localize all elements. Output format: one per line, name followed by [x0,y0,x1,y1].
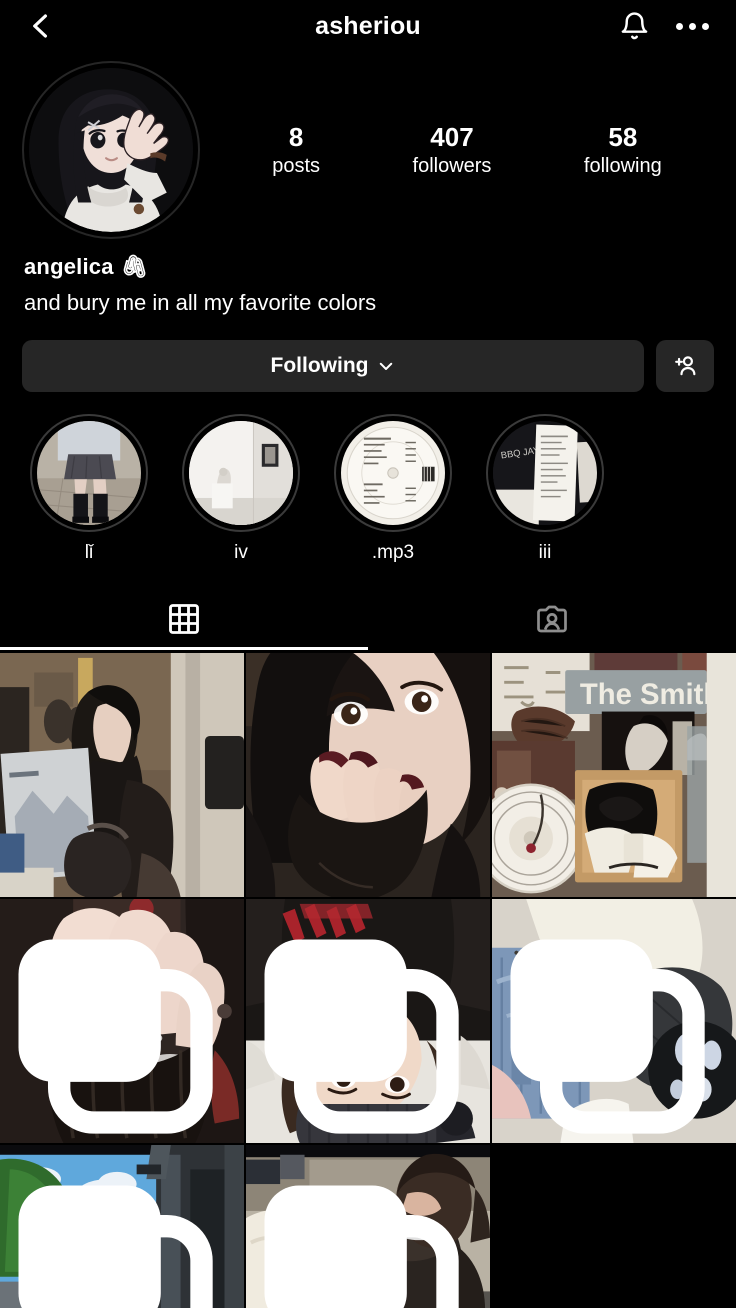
tab-grid[interactable] [0,588,368,650]
cd-tracklist-icon [341,420,445,525]
chevron-down-icon [380,362,393,370]
tagged-person-icon [537,605,567,633]
stat-following[interactable]: 58 following [584,121,662,180]
stat-followers-label: followers [412,155,492,178]
profile-header: 8 posts 407 followers 58 following [0,52,736,242]
add-user-button[interactable] [656,339,714,392]
more-options-icon [701,22,709,30]
highlight-item-2[interactable]: .mp3 [334,413,452,564]
grid-icon [169,603,199,634]
add-person-icon [675,355,696,375]
highlight-label-3: iii [538,541,552,563]
post-cell-5[interactable] [246,898,490,1143]
profile-action-buttons: Following [0,318,736,392]
highlight-cover-3: BBQ JAY [493,420,597,525]
following-button-label: Following [270,353,369,377]
top-bar-actions [619,11,712,42]
post-cell-7[interactable] [0,1144,244,1308]
more-options-icon [688,22,696,30]
post-cell-1[interactable] [0,652,244,897]
anime-girl-avatar-icon [29,68,193,232]
carousel-icon [264,1185,459,1308]
carousel-icon [18,939,213,1134]
stat-posts-label: posts [272,155,321,178]
stat-following-count: 58 [608,121,638,152]
tab-tagged[interactable] [368,588,736,650]
highlight-item-3[interactable]: BBQ JAY iii [486,413,604,564]
post-image-smiths-shelf: The Smiths [492,652,736,897]
highlight-label-0: lǐ [84,541,94,563]
profile-stats: 8 posts 407 followers 58 following [200,121,714,180]
more-options-icon [675,22,683,30]
post-image-train-poster [0,652,244,897]
stat-followers-count: 407 [430,121,474,152]
notifications-button[interactable] [619,11,650,42]
avatar[interactable] [29,68,193,232]
highlight-label-2: .mp3 [371,541,415,563]
stat-posts-count: 8 [288,121,304,152]
display-name-row: angelica 🖇 [24,254,712,280]
highlight-cover-1 [189,420,293,525]
highlight-item-1[interactable]: iv [182,413,300,564]
bell-icon [621,11,648,39]
highlight-ring: BBQ JAY [486,413,604,532]
carousel-icon [510,939,705,1134]
paperclips-emoji-icon: 🖇 [120,254,149,279]
post-cell-4[interactable] [0,898,244,1143]
highlight-cover-0 [37,420,141,525]
street-skirt-boots-icon [37,420,141,525]
back-button[interactable] [24,9,58,43]
profile-tabs [0,588,736,650]
top-navigation-bar: asheriou [0,0,736,52]
post-cell-8[interactable] [246,1144,490,1308]
instagram-profile-screen: asheriou 8 posts 407 followers 58 follow… [0,0,736,1308]
story-highlights: lǐ iv .mp3 BBQ JAY iii [0,392,736,564]
post-cell-empty [492,1144,736,1308]
papers-on-wall-icon: BBQ JAY [493,420,597,525]
stat-posts[interactable]: 8 posts [272,121,320,180]
chevron-left-icon [33,14,47,38]
highlight-cover-2 [341,420,445,525]
highlight-item-0[interactable]: lǐ [30,413,148,564]
gallery-white-room-icon [189,420,293,525]
profile-bio-section: angelica 🖇 and bury me in all my favorit… [0,242,736,318]
active-tab-indicator [0,646,368,650]
stat-followers[interactable]: 407 followers [413,121,492,180]
highlight-ring [334,413,452,532]
post-cell-6[interactable] [492,898,736,1143]
avatar-ring[interactable] [22,61,200,239]
display-name: angelica [24,254,114,279]
carousel-icon [264,939,459,1134]
highlight-ring [30,413,148,532]
post-image-selfie-hand [246,652,490,897]
post-cell-3[interactable]: The Smiths [492,652,736,897]
posts-grid: The Smiths [0,652,736,1308]
highlight-label-1: iv [234,541,248,563]
bio-text: and bury me in all my favorite colors [24,290,377,315]
highlight-ring [182,413,300,532]
stat-following-label: following [583,155,662,178]
carousel-icon [18,1185,213,1308]
post-cell-2[interactable] [246,652,490,897]
more-options-button[interactable] [672,11,712,41]
following-button[interactable]: Following [22,339,644,392]
